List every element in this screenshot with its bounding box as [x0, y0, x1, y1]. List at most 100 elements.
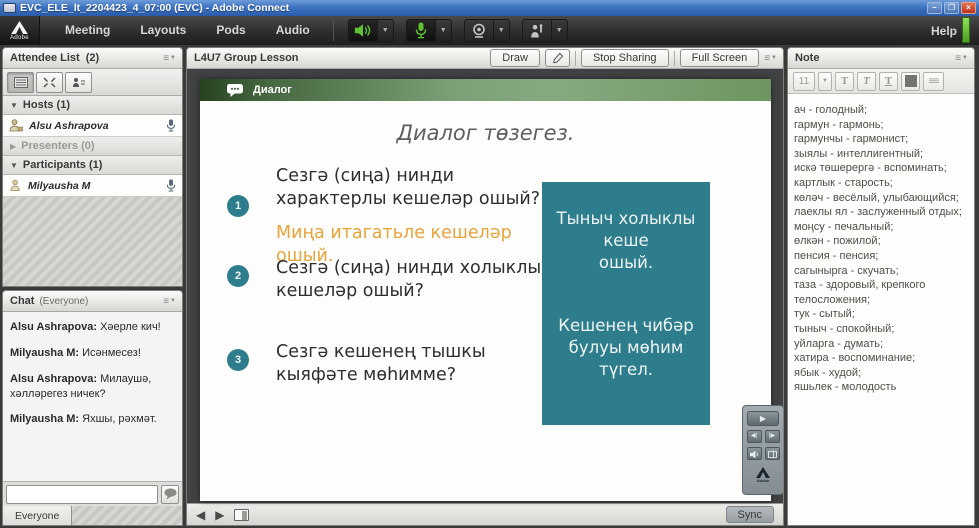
app-window-icon	[3, 3, 16, 13]
host-name: Alsu Ashrapova	[29, 120, 109, 132]
window-titlebar: EVC_ELE_lt_2204423_4_07:00 (EVC) - Adobe…	[0, 0, 979, 16]
slide-banner: Диалог	[200, 79, 771, 101]
sidebar-toggle-button[interactable]	[765, 447, 780, 460]
status-view-icon	[72, 77, 86, 88]
attendee-list-pod: Attendee List (2) ≡▼	[2, 47, 183, 287]
raise-hand-button[interactable]	[522, 19, 552, 42]
webcam-button[interactable]	[464, 19, 494, 42]
menu-meeting[interactable]: Meeting	[50, 16, 125, 45]
presenters-section-header[interactable]: ▶ Presenters (0)	[3, 137, 182, 156]
callout-line-2: Кешенең чибәр булуы мөһим түгел.	[550, 315, 702, 380]
attendee-row-participant[interactable]: Milyausha M	[3, 175, 182, 197]
webcam-dropdown[interactable]: ▼	[494, 19, 510, 42]
raise-hand-dropdown[interactable]: ▼	[552, 19, 568, 42]
note-entry: ач - голодный;	[794, 103, 968, 118]
note-entry: хатира - воспоминание;	[794, 351, 968, 366]
menu-help[interactable]: Help	[931, 24, 979, 38]
webcam-icon	[471, 23, 487, 38]
speaker-button[interactable]	[348, 19, 378, 42]
menu-pods[interactable]: Pods	[201, 16, 260, 45]
chat-input[interactable]	[6, 485, 158, 504]
microphone-button[interactable]	[406, 19, 436, 42]
attendee-view-status-button[interactable]	[65, 72, 92, 93]
note-entry: гармун - гармонь;	[794, 118, 968, 133]
note-entry: картлык - старость;	[794, 176, 968, 191]
menu-audio[interactable]: Audio	[261, 16, 325, 45]
font-size-dropdown[interactable]: ▼	[818, 72, 832, 91]
chat-message-author: Alsu Ashrapova:	[10, 321, 97, 333]
bold-button[interactable]: T	[835, 72, 854, 91]
note-entry: таза - здоровый, крепкого телосложения;	[794, 278, 968, 307]
previous-page-button[interactable]: ◀	[196, 509, 205, 521]
restore-button[interactable]: ❐	[944, 2, 959, 14]
close-button[interactable]: ×	[961, 2, 976, 14]
speaker-icon	[354, 23, 372, 38]
menu-layouts[interactable]: Layouts	[125, 16, 201, 45]
play-button[interactable]: ▶	[747, 411, 779, 426]
next-page-button[interactable]: ▶	[215, 509, 224, 521]
note-body[interactable]: ач - голодный; гармун - гармонь; гармунч…	[788, 94, 974, 525]
next-slide-button[interactable]: |▶	[765, 430, 780, 443]
participants-section-header[interactable]: ▼ Participants (1)	[3, 156, 182, 175]
attendee-view-list-button[interactable]	[7, 72, 34, 93]
note-entry: пенсия - пенсия;	[794, 249, 968, 264]
note-entry: гармунчы - гармонист;	[794, 132, 968, 147]
chat-message: Milyausha M: Исәнмесез!	[10, 346, 175, 361]
italic-button[interactable]: T	[857, 72, 876, 91]
chat-title: Chat	[10, 295, 34, 307]
speaker-dropdown[interactable]: ▼	[378, 19, 394, 42]
text-color-button[interactable]	[901, 72, 920, 91]
show-sidebar-button[interactable]	[234, 509, 249, 521]
expand-arrow-icon: ▶	[10, 142, 16, 151]
share-footer: ◀ ▶ Sync	[187, 503, 783, 525]
share-pod-title: L4U7 Group Lesson	[194, 52, 299, 64]
previous-slide-button[interactable]: ◀|	[747, 430, 762, 443]
note-entry: тук - сытый;	[794, 307, 968, 322]
draw-button[interactable]: Draw	[490, 49, 540, 67]
window-title: EVC_ELE_lt_2204423_4_07:00 (EVC) - Adobe…	[20, 2, 289, 14]
underline-button[interactable]: T	[879, 72, 898, 91]
chat-header: Chat (Everyone) ≡▼	[3, 291, 182, 312]
note-entry: яшьлек - молодость	[794, 380, 968, 395]
volume-button[interactable]	[747, 447, 762, 460]
hosts-section-header[interactable]: ▼ Hosts (1)	[3, 96, 182, 115]
minimize-button[interactable]: –	[927, 2, 942, 14]
adobe-a-icon	[11, 21, 28, 34]
participant-name: Milyausha M	[28, 180, 90, 192]
stop-sharing-button[interactable]: Stop Sharing	[581, 49, 669, 67]
chat-message: Milyausha M: Яхшы, рәхмәт.	[10, 412, 175, 427]
chat-send-button[interactable]	[161, 485, 179, 504]
microphone-dropdown[interactable]: ▼	[436, 19, 452, 42]
chat-input-row	[3, 481, 182, 506]
chat-pod-menu-icon[interactable]: ≡▼	[163, 296, 175, 307]
attendee-pod-menu-icon[interactable]: ≡▼	[163, 53, 175, 64]
chat-message-text: Исәнмесез!	[82, 347, 141, 359]
share-pod-header: L4U7 Group Lesson Draw Stop Sharing Full…	[187, 48, 783, 69]
attendee-count: (2)	[86, 52, 99, 64]
chat-message-text: Яхшы, рәхмәт.	[82, 413, 157, 425]
answer-callout-box: Тыныч холыклы кеше ошый. Кешенең чибәр б…	[542, 182, 710, 425]
font-size-value[interactable]: 11	[793, 72, 815, 91]
bullet-list-button[interactable]: ≡≡	[923, 72, 944, 91]
note-entry: сагынырга - скучать;	[794, 264, 968, 279]
pen-icon	[551, 52, 564, 65]
pointer-tool-button[interactable]	[545, 49, 570, 67]
attendee-list-header: Attendee List (2) ≡▼	[3, 48, 182, 69]
question-number-3: 3	[227, 349, 249, 371]
full-screen-button[interactable]: Full Screen	[680, 49, 760, 67]
connection-status-indicator[interactable]	[962, 17, 970, 43]
attendee-view-grid-button[interactable]	[36, 72, 63, 93]
note-pod-menu-icon[interactable]: ≡▼	[955, 53, 967, 64]
note-entry: көләч - весёлый, улыбающийся;	[794, 191, 968, 206]
note-entry: ябык - худой;	[794, 366, 968, 381]
slide-title: Диалог төзегез.	[200, 121, 771, 145]
question-number-2: 2	[227, 265, 249, 287]
chat-tab-everyone[interactable]: Everyone	[3, 506, 72, 525]
adobe-logo: Adobe	[0, 16, 40, 45]
microphone-icon	[415, 22, 427, 39]
sync-button[interactable]: Sync	[726, 506, 774, 523]
panel-toggle-icon	[768, 450, 777, 459]
attendee-row-host[interactable]: Alsu Ashrapova	[3, 115, 182, 137]
share-pod-menu-icon[interactable]: ≡▼	[764, 53, 776, 64]
chat-tabs: Everyone	[3, 506, 182, 525]
